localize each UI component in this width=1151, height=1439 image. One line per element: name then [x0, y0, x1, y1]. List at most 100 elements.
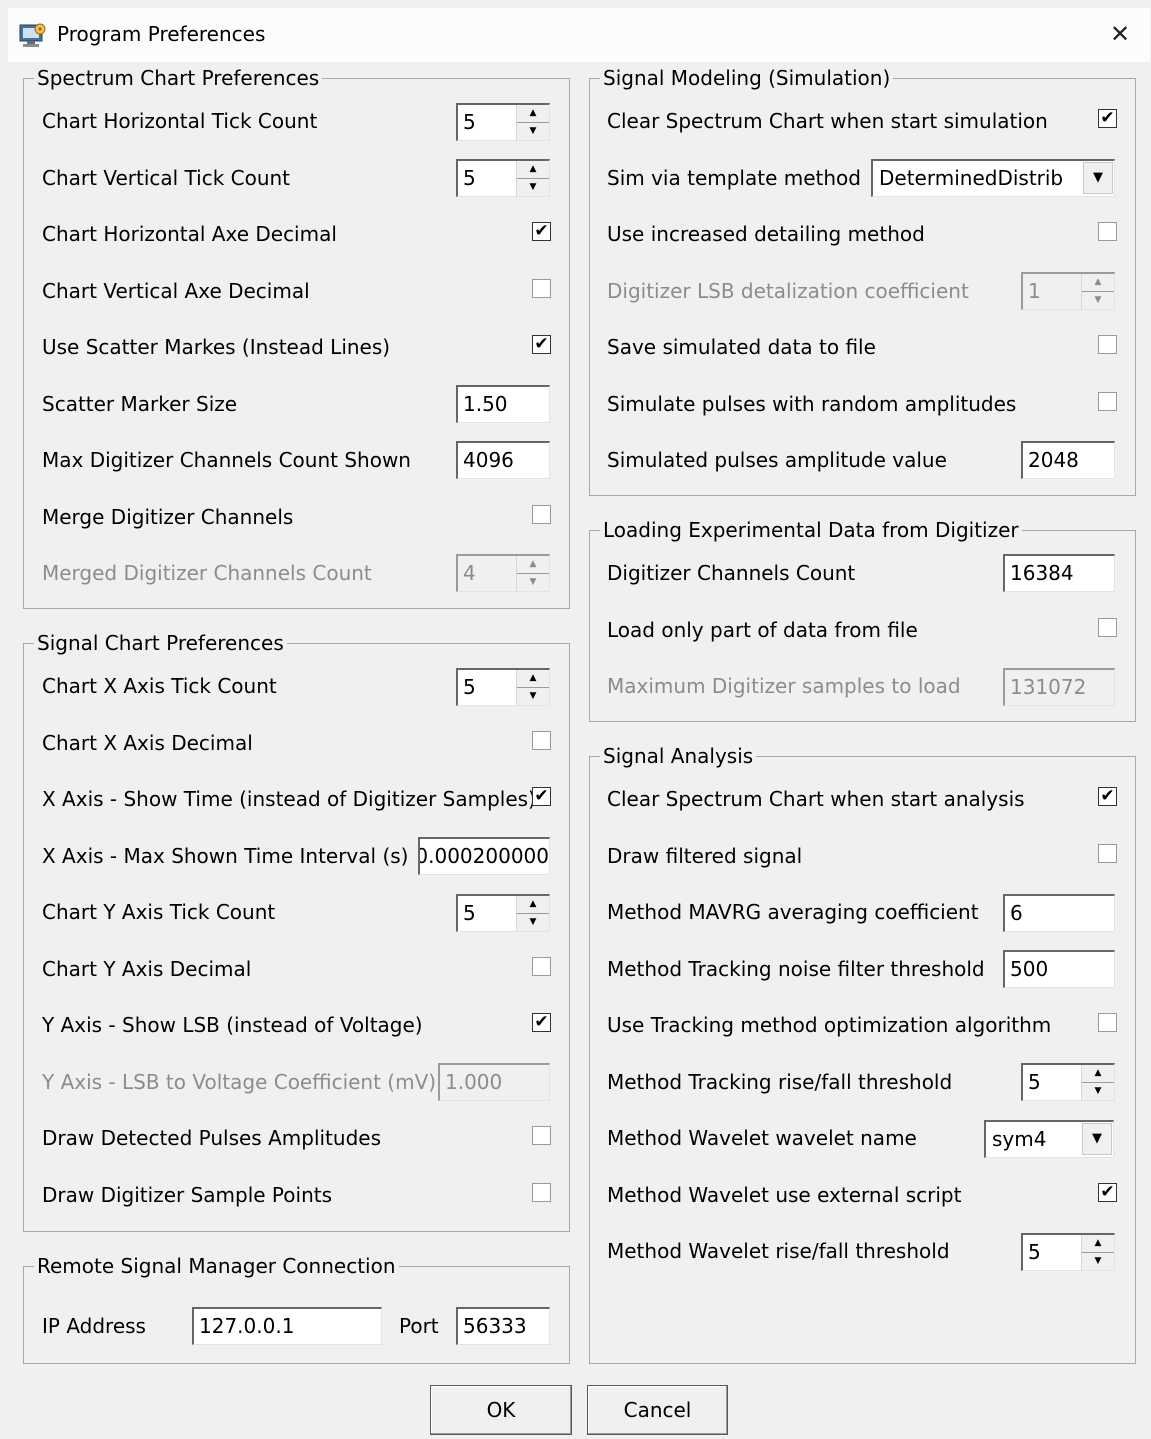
- close-button[interactable]: ✕: [1098, 14, 1142, 54]
- template-method-value: DeterminedDistrib: [879, 166, 1064, 190]
- wavelet-name-label: Method Wavelet wavelet name: [607, 1126, 917, 1150]
- x-axis-show-time-label: X Axis - Show Time (instead of Digitizer…: [42, 787, 536, 811]
- mavrg-coef-input[interactable]: 6: [1003, 894, 1115, 932]
- x-axis-max-interval-input[interactable]: 0.000200000: [418, 837, 550, 875]
- y-axis-show-lsb-checkbox[interactable]: ✔: [532, 1013, 551, 1032]
- spin-down-icon[interactable]: ▼: [517, 179, 549, 196]
- x-axis-decimal-checkbox[interactable]: [532, 731, 551, 750]
- group-title: Loading Experimental Data from Digitizer: [600, 518, 1022, 542]
- x-tick-count-label: Chart X Axis Tick Count: [42, 674, 277, 698]
- amplitude-value-input[interactable]: 2048: [1021, 441, 1115, 479]
- template-method-label: Sim via template method: [607, 166, 861, 190]
- v-axe-decimal-label: Chart Vertical Axe Decimal: [42, 279, 310, 303]
- x-tick-count-value: 5: [463, 675, 476, 699]
- merge-channels-checkbox[interactable]: [532, 505, 551, 524]
- random-amplitudes-label: Simulate pulses with random amplitudes: [607, 392, 1017, 416]
- spin-up-icon[interactable]: ▲: [517, 105, 549, 123]
- v-tick-count-spinner[interactable]: 5 ▲ ▼: [456, 159, 550, 197]
- group-title: Signal Chart Preferences: [34, 631, 287, 655]
- spin-down-icon[interactable]: ▼: [1082, 1253, 1114, 1270]
- title-bar: Program Preferences ✕: [8, 8, 1150, 62]
- spin-up-icon: ▲: [1082, 274, 1114, 292]
- chevron-down-icon[interactable]: ▼: [1083, 162, 1113, 194]
- wavelet-name-select[interactable]: sym4 ▼: [984, 1120, 1114, 1158]
- spin-arrows[interactable]: ▲ ▼: [1081, 1235, 1114, 1270]
- clear-on-analysis-checkbox[interactable]: ✔: [1098, 787, 1117, 806]
- spin-arrows[interactable]: ▲ ▼: [516, 105, 549, 140]
- y-axis-decimal-checkbox[interactable]: [532, 957, 551, 976]
- spin-arrows[interactable]: ▲ ▼: [516, 896, 549, 931]
- group-title: Spectrum Chart Preferences: [34, 66, 323, 90]
- spin-down-icon: ▼: [1094, 295, 1102, 305]
- noise-threshold-input[interactable]: 500: [1003, 950, 1115, 988]
- lsb-detalization-label: Digitizer LSB detalization coefficient: [607, 279, 969, 303]
- x-axis-show-time-checkbox[interactable]: ✔: [532, 787, 551, 806]
- cancel-button[interactable]: Cancel: [587, 1385, 728, 1435]
- clear-on-analysis-label: Clear Spectrum Chart when start analysis: [607, 787, 1025, 811]
- max-channels-label: Max Digitizer Channels Count Shown: [42, 448, 411, 472]
- x-tick-count-spinner[interactable]: 5 ▲ ▼: [456, 668, 550, 706]
- spin-down-icon[interactable]: ▼: [517, 688, 549, 705]
- merged-count-label: Merged Digitizer Channels Count: [42, 561, 372, 585]
- y-tick-count-spinner[interactable]: 5 ▲ ▼: [456, 894, 550, 932]
- draw-filtered-checkbox[interactable]: [1098, 844, 1117, 863]
- digitizer-channels-label: Digitizer Channels Count: [607, 561, 856, 585]
- tracking-optimization-checkbox[interactable]: [1098, 1013, 1117, 1032]
- scatter-markers-checkbox[interactable]: ✔: [532, 335, 551, 354]
- noise-threshold-label: Method Tracking noise filter threshold: [607, 957, 985, 981]
- settings-app-icon: [19, 23, 46, 47]
- h-axe-decimal-checkbox[interactable]: ✔: [532, 222, 551, 241]
- port-label: Port: [399, 1314, 439, 1338]
- scatter-markers-label: Use Scatter Markes (Instead Lines): [42, 335, 391, 359]
- preferences-dialog: Program Preferences ✕ Spectrum Chart Pre…: [8, 8, 1150, 1438]
- ip-address-label: IP Address: [42, 1314, 146, 1338]
- random-amplitudes-checkbox[interactable]: [1098, 392, 1117, 411]
- y-axis-show-lsb-label: Y Axis - Show LSB (instead of Voltage): [42, 1013, 423, 1037]
- group-title: Signal Analysis: [600, 744, 757, 768]
- merge-channels-label: Merge Digitizer Channels: [42, 505, 294, 529]
- spin-up-icon[interactable]: ▲: [517, 161, 549, 179]
- x-axis-decimal-label: Chart X Axis Decimal: [42, 731, 253, 755]
- spin-down-icon[interactable]: ▼: [1082, 1083, 1114, 1100]
- draw-sample-points-checkbox[interactable]: [532, 1183, 551, 1202]
- x-axis-max-interval-label: X Axis - Max Shown Time Interval (s): [42, 844, 409, 868]
- spin-down-icon[interactable]: ▼: [517, 914, 549, 931]
- spin-up-icon[interactable]: ▲: [517, 670, 549, 688]
- tracking-rise-fall-spinner[interactable]: 5 ▲ ▼: [1021, 1063, 1115, 1101]
- spin-up-icon[interactable]: ▲: [517, 896, 549, 914]
- save-simulated-label: Save simulated data to file: [607, 335, 876, 359]
- wavelet-script-label: Method Wavelet use external script: [607, 1183, 962, 1207]
- spin-up-icon[interactable]: ▲: [1082, 1065, 1114, 1083]
- template-method-select[interactable]: DeterminedDistrib ▼: [871, 159, 1115, 197]
- save-simulated-checkbox[interactable]: [1098, 335, 1117, 354]
- ip-address-input[interactable]: 127.0.0.1: [192, 1307, 382, 1345]
- h-tick-count-label: Chart Horizontal Tick Count: [42, 109, 318, 133]
- chevron-down-icon[interactable]: ▼: [1082, 1123, 1112, 1155]
- wavelet-script-checkbox[interactable]: ✔: [1098, 1183, 1117, 1202]
- draw-pulses-checkbox[interactable]: [532, 1126, 551, 1145]
- wavelet-rise-fall-spinner[interactable]: 5 ▲ ▼: [1021, 1233, 1115, 1271]
- merged-count-spinner: 4 ▲ ▼: [456, 554, 550, 592]
- max-samples-label: Maximum Digitizer samples to load: [607, 674, 961, 698]
- merged-count-value: 4: [463, 561, 476, 585]
- spin-arrows: ▲ ▼: [516, 556, 549, 591]
- draw-sample-points-label: Draw Digitizer Sample Points: [42, 1183, 333, 1207]
- h-tick-count-spinner[interactable]: 5 ▲ ▼: [456, 103, 550, 141]
- clear-on-simulation-checkbox[interactable]: ✔: [1098, 109, 1117, 128]
- spin-up-icon[interactable]: ▲: [1082, 1235, 1114, 1253]
- port-input[interactable]: 56333: [456, 1307, 550, 1345]
- spin-up-icon: ▲: [517, 556, 549, 574]
- increased-detailing-checkbox[interactable]: [1098, 222, 1117, 241]
- v-axe-decimal-checkbox[interactable]: [532, 279, 551, 298]
- max-channels-input[interactable]: 4096: [456, 441, 550, 479]
- ok-button[interactable]: OK: [430, 1385, 572, 1435]
- spin-arrows[interactable]: ▲ ▼: [516, 161, 549, 196]
- spin-down-icon[interactable]: ▼: [517, 123, 549, 140]
- load-partial-checkbox[interactable]: [1098, 618, 1117, 637]
- scatter-marker-size-input[interactable]: 1.50: [456, 385, 550, 423]
- spin-arrows[interactable]: ▲ ▼: [1081, 1065, 1114, 1100]
- clear-on-simulation-label: Clear Spectrum Chart when start simulati…: [607, 109, 1048, 133]
- digitizer-channels-input[interactable]: 16384: [1003, 554, 1115, 592]
- mavrg-coef-label: Method MAVRG averaging coefficient: [607, 900, 979, 924]
- spin-arrows[interactable]: ▲ ▼: [516, 670, 549, 705]
